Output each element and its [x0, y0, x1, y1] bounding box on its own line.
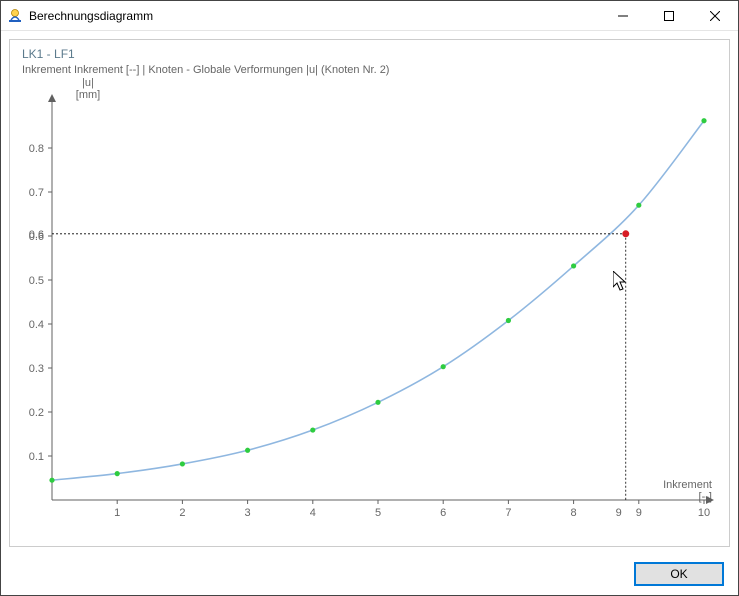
data-point	[49, 478, 54, 483]
marker-point	[622, 230, 629, 237]
x-tick-label: 2	[179, 507, 185, 519]
y-tick-label: 0.5	[29, 275, 44, 287]
data-point	[636, 203, 641, 208]
ok-button[interactable]: OK	[634, 562, 724, 586]
x-tick-label: 9	[636, 507, 642, 519]
minimize-icon	[618, 11, 628, 21]
y-axis-label: |u|	[82, 77, 94, 89]
x-tick-label: 6	[440, 507, 446, 519]
marker-x-label: 9	[616, 507, 622, 519]
data-point	[701, 118, 706, 123]
y-tick-label: 0.1	[29, 451, 44, 463]
series-line	[52, 121, 704, 480]
data-point	[180, 461, 185, 466]
maximize-icon	[664, 11, 674, 21]
minimize-button[interactable]	[600, 1, 646, 30]
data-point	[310, 427, 315, 432]
chart-panel: LK1 - LF1 Inkrement Inkrement [--] | Knot…	[9, 39, 730, 547]
marker-y-label: 0.6	[29, 229, 44, 241]
y-tick-label: 0.7	[29, 187, 44, 199]
y-axis-unit: [mm]	[76, 89, 100, 101]
calculation-chart[interactable]: LK1 - LF1 Inkrement Inkrement [--] | Knot…	[10, 40, 729, 546]
x-tick-label: 7	[505, 507, 511, 519]
chart-subtitle: Inkrement Inkrement [--] | Knoten - Glob…	[22, 64, 389, 76]
data-point	[375, 400, 380, 405]
app-icon	[7, 8, 23, 24]
x-tick-label: 10	[698, 507, 710, 519]
data-point	[245, 448, 250, 453]
data-point	[115, 471, 120, 476]
chart-title: LK1 - LF1	[22, 47, 75, 61]
x-axis-label: Inkrement	[663, 479, 712, 491]
data-point	[441, 364, 446, 369]
x-tick-label: 3	[245, 507, 251, 519]
x-tick-label: 1	[114, 507, 120, 519]
data-point	[571, 263, 576, 268]
x-tick-label: 5	[375, 507, 381, 519]
y-tick-label: 0.3	[29, 363, 44, 375]
close-icon	[710, 11, 720, 21]
x-tick-label: 4	[310, 507, 316, 519]
y-tick-label: 0.4	[29, 319, 44, 331]
window-frame: Berechnungsdiagramm LK1 - LF1 Inkrement I…	[0, 0, 739, 596]
close-button[interactable]	[692, 1, 738, 30]
y-tick-label: 0.2	[29, 407, 44, 419]
y-tick-label: 0.8	[29, 143, 44, 155]
data-point	[506, 318, 511, 323]
dialog-footer: OK	[1, 553, 738, 595]
titlebar: Berechnungsdiagramm	[1, 1, 738, 31]
maximize-button[interactable]	[646, 1, 692, 30]
window-title: Berechnungsdiagramm	[29, 9, 600, 23]
x-tick-label: 8	[571, 507, 577, 519]
